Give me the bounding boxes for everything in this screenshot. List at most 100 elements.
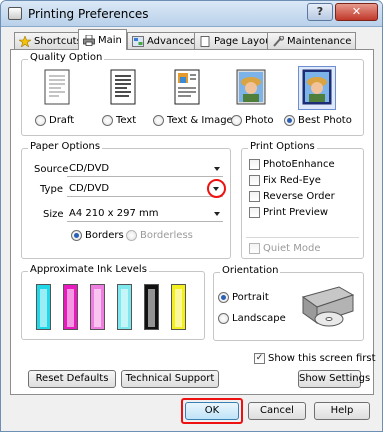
- close-button[interactable]: ✕: [335, 3, 378, 21]
- radio-indicator: [284, 115, 295, 126]
- tab-maintenance[interactable]: Maintenance: [267, 32, 357, 49]
- radio-indicator: [153, 115, 164, 126]
- ink-cartridge: [63, 284, 78, 330]
- show-settings-button[interactable]: Show Settings: [298, 370, 370, 388]
- radio-label: Photo: [245, 115, 274, 126]
- ink-cartridge: [90, 284, 105, 330]
- tab-main[interactable]: Main: [78, 29, 127, 50]
- print-preview-checkbox[interactable]: Print Preview: [249, 207, 328, 218]
- chevron-down-icon: [214, 212, 220, 216]
- radio-label: Landscape: [232, 313, 286, 324]
- source-select[interactable]: CD/DVD: [67, 161, 223, 177]
- group-label: Print Options: [248, 141, 317, 152]
- quality-best-photo-radio[interactable]: Best Photo: [284, 115, 352, 126]
- type-value: CD/DVD: [69, 183, 110, 194]
- cancel-button[interactable]: Cancel: [248, 402, 306, 420]
- checkbox-label: Show this screen first: [268, 353, 376, 364]
- wrench-icon: [272, 34, 285, 47]
- quiet-mode-checkbox[interactable]: Quiet Mode: [249, 243, 321, 254]
- radio-indicator: [218, 313, 229, 324]
- text-quality-icon: [110, 69, 136, 105]
- reverse-order-checkbox[interactable]: Reverse Order: [249, 191, 335, 202]
- window-title: Printing Preferences: [28, 7, 149, 21]
- radio-label: Text & Image: [167, 115, 233, 126]
- checkbox-indicator: [249, 159, 260, 170]
- radio-label: Draft: [49, 115, 75, 126]
- radio-label: Portrait: [232, 292, 269, 303]
- group-label: Orientation: [220, 265, 281, 276]
- ink-cartridge: [36, 284, 51, 330]
- type-label: Type: [40, 184, 63, 195]
- type-select[interactable]: CD/DVD: [67, 181, 223, 197]
- landscape-radio[interactable]: Landscape: [218, 313, 286, 324]
- highlight-circle: [207, 179, 226, 198]
- printing-preferences-window: Printing Preferences ? ✕ Shortcuts Main …: [0, 0, 383, 432]
- divider: [246, 237, 359, 238]
- checkbox-label: Print Preview: [263, 207, 329, 218]
- printer-icon: [83, 34, 95, 46]
- radio-label: Borders: [85, 230, 124, 241]
- quality-text-image-radio[interactable]: Text & Image: [153, 115, 233, 126]
- checkbox-label: Fix Red-Eye: [263, 175, 321, 186]
- printer-icon: [8, 7, 22, 20]
- group-label: Quality Option: [28, 52, 105, 63]
- ok-button[interactable]: OK: [185, 402, 239, 420]
- radio-label: Text: [116, 115, 137, 126]
- tab-label: Shortcuts: [34, 35, 82, 47]
- size-select[interactable]: A4 210 x 297 mm: [67, 206, 223, 222]
- tab-shortcuts[interactable]: Shortcuts: [14, 32, 87, 49]
- radio-indicator: [71, 230, 82, 241]
- checkbox-indicator: [249, 243, 260, 254]
- photo-quality-icon: [236, 69, 266, 105]
- radio-indicator: [102, 115, 113, 126]
- radio-indicator: [126, 230, 137, 241]
- borderless-radio[interactable]: Borderless: [126, 230, 193, 241]
- text-image-quality-icon: [174, 69, 200, 105]
- radio-indicator: [218, 292, 229, 303]
- chevron-down-icon: [214, 167, 220, 171]
- tab-label: Advanced: [147, 35, 197, 47]
- group-label: Approximate Ink Levels: [28, 264, 149, 275]
- show-screen-first-checkbox[interactable]: ✓ Show this screen first: [254, 353, 376, 364]
- help-button[interactable]: Help: [314, 402, 370, 420]
- radio-label: Borderless: [140, 230, 193, 241]
- best-photo-quality-icon: [302, 69, 332, 105]
- borders-radio[interactable]: Borders: [71, 230, 124, 241]
- ink-cartridge: [171, 284, 186, 330]
- fix-red-eye-checkbox[interactable]: Fix Red-Eye: [249, 175, 321, 186]
- ink-cartridge: [144, 284, 159, 330]
- radio-indicator: [35, 115, 46, 126]
- checkbox-indicator: [249, 175, 260, 186]
- quality-photo-radio[interactable]: Photo: [231, 115, 274, 126]
- tab-label: Maintenance: [287, 35, 352, 47]
- radio-label: Best Photo: [298, 115, 352, 126]
- reset-defaults-button[interactable]: Reset Defaults: [28, 370, 116, 388]
- checkbox-label: Reverse Order: [263, 191, 335, 202]
- size-value: A4 210 x 297 mm: [69, 208, 159, 219]
- radio-indicator: [231, 115, 242, 126]
- page-icon: [199, 35, 211, 47]
- source-value: CD/DVD: [69, 163, 110, 174]
- tab-advanced[interactable]: Advanced: [127, 32, 202, 49]
- size-label: Size: [43, 209, 64, 220]
- ink-cartridge: [117, 284, 132, 330]
- check-icon: ✓: [254, 353, 265, 364]
- quality-text-radio[interactable]: Text: [102, 115, 136, 126]
- source-label: Source: [34, 164, 69, 175]
- checkbox-label: Quiet Mode: [263, 243, 321, 254]
- portrait-radio[interactable]: Portrait: [218, 292, 269, 303]
- draft-quality-icon: [44, 69, 70, 105]
- checkbox-indicator: [249, 207, 260, 218]
- printer-cd-icon: [301, 286, 355, 327]
- advanced-icon: [132, 35, 144, 47]
- technical-support-button[interactable]: Technical Support: [121, 370, 219, 388]
- quality-draft-radio[interactable]: Draft: [35, 115, 74, 126]
- title-bar: Printing Preferences ? ✕: [1, 1, 382, 27]
- help-title-button[interactable]: ?: [307, 3, 333, 21]
- checkbox-label: PhotoEnhance: [263, 159, 335, 170]
- photoenhance-checkbox[interactable]: PhotoEnhance: [249, 159, 335, 170]
- group-label: Paper Options: [28, 141, 103, 152]
- checkbox-indicator: [249, 191, 260, 202]
- tab-label: Main: [98, 34, 122, 46]
- star-icon: [18, 34, 32, 48]
